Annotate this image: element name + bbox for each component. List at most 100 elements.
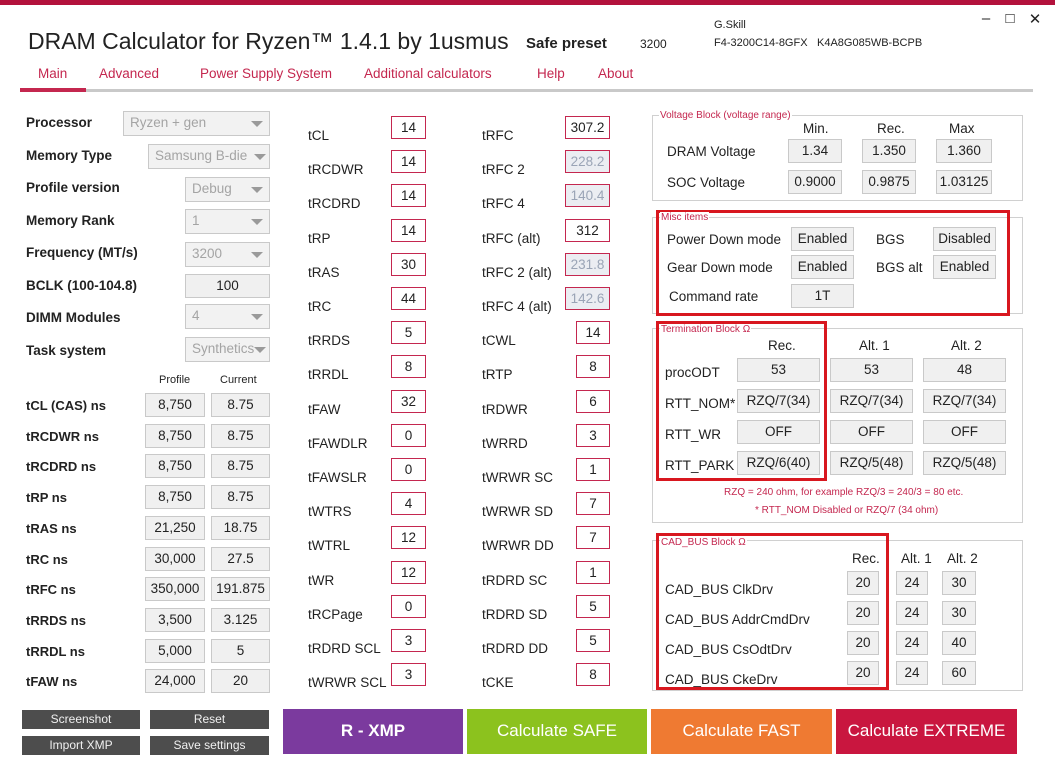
close-button[interactable]: ✕ <box>1026 10 1044 28</box>
timing-input-trc[interactable]: 44 <box>391 287 426 310</box>
voltage-header-rec: Rec. <box>877 121 905 136</box>
timing-input-tfawdlr[interactable]: 0 <box>391 423 426 447</box>
timing-input-trdwr[interactable]: 6 <box>576 389 610 413</box>
timing-input-trdrd-sd[interactable]: 5 <box>576 594 610 618</box>
timing-input-trtp[interactable]: 8 <box>576 355 610 379</box>
processor-value: Ryzen + gen <box>130 115 207 130</box>
timing-input-tcwl[interactable]: 14 <box>576 321 610 345</box>
timing-input-tfawslr[interactable]: 0 <box>391 458 426 481</box>
tab-help[interactable]: Help <box>537 66 565 81</box>
timing-input-twtrs[interactable]: 4 <box>391 492 426 516</box>
termination-header-alt2: Alt. 2 <box>951 338 982 353</box>
cadbus-header-alt2: Alt. 2 <box>947 551 978 566</box>
dram-voltage-rec: 1.350 <box>862 139 916 163</box>
tab-main[interactable]: Main <box>38 66 67 81</box>
save-settings-button[interactable]: Save settings <box>150 736 269 755</box>
timing-label-trrdl: tRRDL <box>308 367 349 383</box>
profile-version-select[interactable]: Debug <box>185 177 270 202</box>
timing-input-trdrd-dd[interactable]: 5 <box>576 629 610 652</box>
timing-input-trfc-2: 228.2 <box>565 150 610 174</box>
dram-voltage-max: 1.360 <box>936 139 992 163</box>
ns-current-value: 5 <box>211 638 270 663</box>
timing-input-twrwr-sd[interactable]: 7 <box>576 492 610 516</box>
tab-advanced[interactable]: Advanced <box>99 66 159 81</box>
termination-rec-rtt-wr: OFF <box>737 420 820 444</box>
timing-input-twrrd[interactable]: 3 <box>576 423 610 447</box>
memory-rank-select[interactable]: 1 <box>185 209 270 234</box>
ns-row-label: tRAS ns <box>26 520 77 536</box>
timing-label-twtrs: tWTRS <box>308 504 352 520</box>
timing-label-tcl: tCL <box>308 128 330 143</box>
timing-input-trcdwr[interactable]: 14 <box>391 150 426 174</box>
ns-current-value: 18.75 <box>211 515 270 540</box>
timing-label-tras: tRAS <box>308 264 340 280</box>
minimize-button[interactable]: – <box>977 10 995 27</box>
termination-label-rtt-wr: RTT_WR <box>665 427 721 442</box>
termination-rec-rtt-nom: RZQ/7(34) <box>737 389 820 413</box>
ns-current-value: 8.75 <box>211 393 270 417</box>
timing-input-trcdrd[interactable]: 14 <box>391 184 426 208</box>
dimm-modules-value: 4 <box>192 308 200 323</box>
timing-input-twtrl[interactable]: 12 <box>391 526 426 550</box>
timing-input-trp[interactable]: 14 <box>391 218 426 242</box>
timing-input-tcke[interactable]: 8 <box>576 663 610 687</box>
timing-input-tfaw[interactable]: 32 <box>391 389 426 413</box>
ns-current-value: 8.75 <box>211 454 270 479</box>
calculate-safe-button[interactable]: Calculate SAFE <box>467 709 647 754</box>
timing-input-twrwr-sc[interactable]: 1 <box>576 458 610 481</box>
reset-button[interactable]: Reset <box>150 710 269 729</box>
tab-about[interactable]: About <box>598 66 633 81</box>
ns-current-value: 20 <box>211 669 270 694</box>
timing-label-trdwr: tRDWR <box>482 401 528 417</box>
task-system-select[interactable]: Synthetics <box>185 337 270 362</box>
timing-label-tcwl: tCWL <box>482 333 516 349</box>
timing-label-trcpage: tRCPage <box>308 606 363 622</box>
timing-label-trp: tRP <box>308 230 331 246</box>
memory-type-value: Samsung B-die <box>155 148 248 163</box>
tab-power-supply-system[interactable]: Power Supply System <box>200 66 332 81</box>
timing-input-trcpage[interactable]: 0 <box>391 594 426 618</box>
timing-input-trfc-alt[interactable]: 312 <box>565 218 610 242</box>
rxmp-button[interactable]: R - XMP <box>283 709 463 754</box>
timing-input-trfc[interactable]: 307.2 <box>565 116 610 139</box>
screenshot-button[interactable]: Screenshot <box>22 710 140 729</box>
rtt-nom-note: * RTT_NOM Disabled or RZQ/7 (34 ohm) <box>755 505 939 516</box>
timing-label-twrwr-sc: tWRWR SC <box>482 470 553 485</box>
ns-row-label: tRRDS ns <box>26 612 86 628</box>
bgs-label: BGS <box>876 232 905 247</box>
timing-input-trdrd-sc[interactable]: 1 <box>576 560 610 584</box>
cadbus-alt2-cad-bus-clkdrv: 30 <box>942 571 976 595</box>
ns-row-label: tRC ns <box>26 551 68 567</box>
ns-current-value: 8.75 <box>211 423 270 448</box>
tab-additional-calculators[interactable]: Additional calculators <box>364 66 492 81</box>
dram-voltage-label: DRAM Voltage <box>667 144 756 159</box>
timing-input-tras[interactable]: 30 <box>391 252 426 276</box>
timing-label-twtrl: tWTRL <box>308 538 350 554</box>
maximize-button[interactable]: □ <box>1001 10 1019 27</box>
timing-input-twrwr-scl[interactable]: 3 <box>391 663 426 687</box>
processor-select[interactable]: Ryzen + gen <box>123 111 270 136</box>
frequency-value: 3200 <box>192 246 223 261</box>
import-xmp-button[interactable]: Import XMP <box>22 736 140 755</box>
timing-input-twrwr-dd[interactable]: 7 <box>576 526 610 550</box>
timing-input-trrdl[interactable]: 8 <box>391 355 426 379</box>
memory-model: F4-3200C14-8GFX <box>714 37 808 49</box>
ns-header-profile: Profile <box>159 374 191 386</box>
timing-input-trrds[interactable]: 5 <box>391 321 426 345</box>
calculate-extreme-button[interactable]: Calculate EXTREME <box>836 709 1017 754</box>
tab-divider <box>20 89 1033 92</box>
timing-input-twr[interactable]: 12 <box>391 560 426 584</box>
timing-input-trdrd-scl[interactable]: 3 <box>391 629 426 652</box>
timing-input-tcl[interactable]: 14 <box>391 116 426 139</box>
voltage-panel-title: Voltage Block (voltage range) <box>659 110 792 121</box>
dimm-modules-select[interactable]: 4 <box>185 304 270 329</box>
cadbus-alt1-cad-bus-csodtdrv: 24 <box>896 631 928 655</box>
calculate-fast-button[interactable]: Calculate FAST <box>651 709 832 754</box>
ns-row-label: tRCDWR ns <box>26 428 99 444</box>
chevron-down-icon <box>251 187 263 193</box>
ns-profile-value: 8,750 <box>145 423 205 448</box>
frequency-select[interactable]: 3200 <box>185 242 270 267</box>
rzq-note: RZQ = 240 ohm, for example RZQ/3 = 240/3… <box>724 487 964 498</box>
memory-type-select[interactable]: Samsung B-die <box>148 144 270 169</box>
bclk-input[interactable]: 100 <box>185 274 270 298</box>
